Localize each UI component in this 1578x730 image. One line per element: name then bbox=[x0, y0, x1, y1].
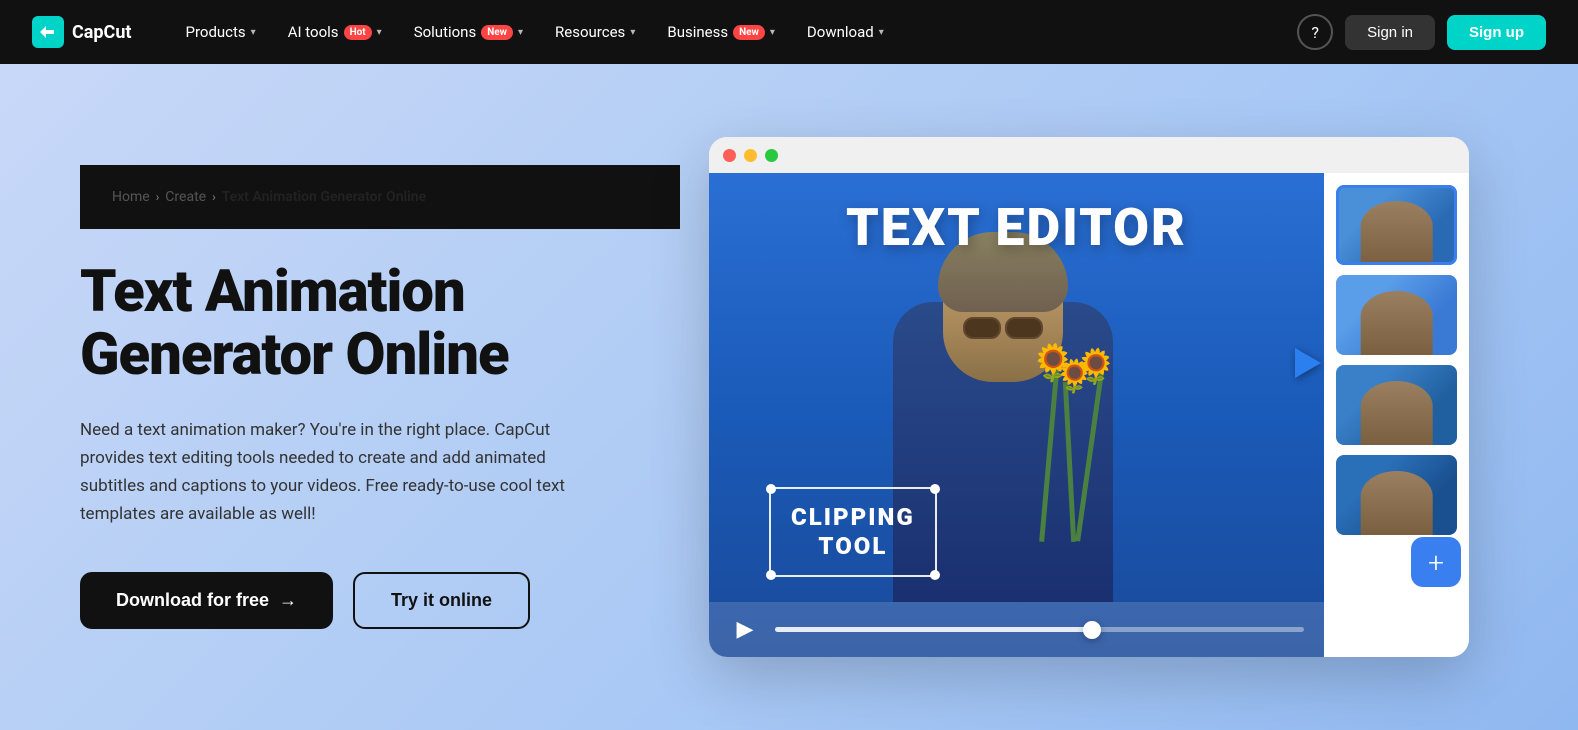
help-button[interactable]: ? bbox=[1297, 14, 1333, 50]
corner-handle-bl bbox=[766, 570, 776, 580]
help-icon: ? bbox=[1311, 23, 1319, 42]
nav-item-resources[interactable]: Resources ▾ bbox=[541, 15, 649, 49]
add-icon: + bbox=[1428, 546, 1444, 579]
solutions-label: Solutions bbox=[414, 23, 477, 41]
thumb-person-4 bbox=[1360, 471, 1433, 535]
business-badge: New bbox=[733, 25, 765, 40]
business-chevron-icon: ▾ bbox=[770, 27, 775, 38]
breadcrumb-create[interactable]: Create bbox=[165, 189, 206, 205]
resources-chevron-icon: ▾ bbox=[630, 27, 635, 38]
cursor-arrow-icon bbox=[1295, 348, 1321, 378]
play-icon: ▶ bbox=[737, 617, 754, 642]
progress-bar[interactable] bbox=[775, 627, 1304, 632]
window-titlebar bbox=[709, 137, 1469, 173]
download-free-button[interactable]: Download for free → bbox=[80, 572, 333, 629]
signup-button[interactable]: Sign up bbox=[1447, 15, 1546, 50]
nav-item-solutions[interactable]: Solutions New ▾ bbox=[400, 15, 537, 49]
products-label: Products bbox=[185, 23, 245, 41]
thumbnails-panel: + bbox=[1324, 173, 1469, 657]
editor-body: TEXT EDITOR bbox=[709, 173, 1469, 657]
play-button[interactable]: ▶ bbox=[729, 614, 761, 646]
nav-items: Products ▾ AI tools Hot ▾ Solutions New … bbox=[171, 15, 1297, 49]
resources-label: Resources bbox=[555, 23, 625, 41]
hero-description: Need a text animation maker? You're in t… bbox=[80, 416, 600, 528]
editor-window: TEXT EDITOR bbox=[709, 137, 1469, 657]
hero-right: TEXT EDITOR bbox=[680, 137, 1498, 657]
clipping-box: CLIPPING TOOL bbox=[769, 487, 937, 577]
clipping-tool-text: CLIPPING TOOL bbox=[791, 503, 915, 561]
window-dot-green bbox=[765, 149, 778, 162]
breadcrumb: Home › Create › Text Animation Generator… bbox=[80, 165, 680, 229]
thumb-person-2 bbox=[1360, 291, 1433, 355]
breadcrumb-sep-2: › bbox=[212, 190, 216, 204]
hero-section: Home › Create › Text Animation Generator… bbox=[0, 64, 1578, 730]
thumbnail-4[interactable] bbox=[1336, 455, 1457, 535]
window-dot-yellow bbox=[744, 149, 757, 162]
breadcrumb-home[interactable]: Home bbox=[112, 189, 150, 205]
nav-right: ? Sign in Sign up bbox=[1297, 14, 1546, 50]
ai-tools-badge: Hot bbox=[344, 25, 372, 40]
thumb-person-3 bbox=[1360, 381, 1433, 445]
video-area: TEXT EDITOR bbox=[709, 173, 1324, 657]
breadcrumb-sep-1: › bbox=[156, 190, 160, 204]
nav-item-business[interactable]: Business New ▾ bbox=[653, 15, 789, 49]
progress-thumb bbox=[1083, 621, 1101, 639]
products-chevron-icon: ▾ bbox=[251, 27, 256, 38]
cursor-overlay bbox=[1295, 348, 1321, 378]
hero-title: Text Animation Generator Online bbox=[80, 261, 680, 389]
signin-button[interactable]: Sign in bbox=[1345, 15, 1435, 50]
download-arrow-icon: → bbox=[279, 590, 297, 611]
window-dot-red bbox=[723, 149, 736, 162]
hero-left: Home › Create › Text Animation Generator… bbox=[80, 165, 680, 630]
clipping-tool-overlay: CLIPPING TOOL bbox=[769, 487, 937, 577]
video-title-text: TEXT EDITOR bbox=[709, 197, 1324, 258]
solutions-badge: New bbox=[481, 25, 513, 40]
thumbnail-2[interactable] bbox=[1336, 275, 1457, 355]
logo[interactable]: CapCut bbox=[32, 16, 131, 48]
breadcrumb-current: Text Animation Generator Online bbox=[222, 189, 426, 205]
thumbnail-3[interactable] bbox=[1336, 365, 1457, 445]
download-free-label: Download for free bbox=[116, 590, 269, 611]
ai-tools-label: AI tools bbox=[288, 23, 339, 41]
nav-item-ai-tools[interactable]: AI tools Hot ▾ bbox=[274, 15, 396, 49]
download-chevron-icon: ▾ bbox=[879, 27, 884, 38]
navbar: CapCut Products ▾ AI tools Hot ▾ Solutio… bbox=[0, 0, 1578, 64]
solutions-chevron-icon: ▾ bbox=[518, 27, 523, 38]
thumbnail-1[interactable] bbox=[1336, 185, 1457, 265]
nav-item-products[interactable]: Products ▾ bbox=[171, 15, 269, 49]
download-label: Download bbox=[807, 23, 874, 41]
logo-text: CapCut bbox=[72, 22, 131, 43]
capcut-logo-icon bbox=[32, 16, 64, 48]
nav-item-download[interactable]: Download ▾ bbox=[793, 15, 898, 49]
business-label: Business bbox=[667, 23, 728, 41]
add-button[interactable]: + bbox=[1411, 537, 1461, 587]
hero-buttons: Download for free → Try it online bbox=[80, 572, 680, 629]
progress-fill bbox=[775, 627, 1092, 632]
video-controls: ▶ bbox=[709, 602, 1324, 657]
ai-tools-chevron-icon: ▾ bbox=[377, 27, 382, 38]
try-online-button[interactable]: Try it online bbox=[353, 572, 530, 629]
